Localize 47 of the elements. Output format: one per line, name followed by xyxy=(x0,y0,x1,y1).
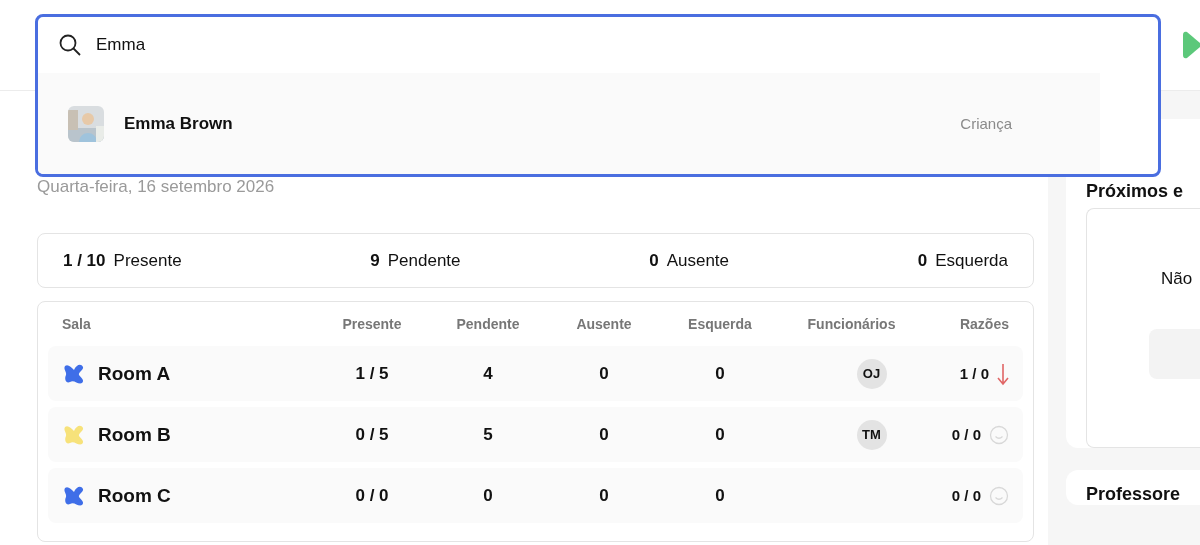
column-header: Razões xyxy=(959,316,1009,332)
room-row[interactable]: Room B 0 / 5 5 0 0 TM 0 / 0 xyxy=(48,407,1023,462)
table-cell: 0 xyxy=(599,424,609,445)
search-result[interactable]: Emma Brown Criança xyxy=(38,73,1100,174)
column-header: Ausente xyxy=(576,316,632,332)
play-icon[interactable] xyxy=(1183,30,1200,60)
summary-stat: 1 / 10 Presente xyxy=(63,250,182,271)
summary-stat: 0 Ausente xyxy=(649,250,730,271)
room-row[interactable]: Room C 0 / 0 0 0 0 0 / 0 xyxy=(48,468,1023,523)
empty-text: Não xyxy=(1161,269,1194,289)
table-cell: 0 xyxy=(715,363,725,384)
result-type: Criança xyxy=(960,115,1012,132)
result-name: Emma Brown xyxy=(124,113,234,134)
down-arrow-icon xyxy=(997,361,1009,386)
section-title: Professore xyxy=(1086,484,1182,505)
room-row[interactable]: Room A 1 / 5 4 0 0 OJ 1 / 0 xyxy=(48,346,1023,401)
column-header: Pendente xyxy=(456,316,520,332)
column-header: Esquerda xyxy=(688,316,752,332)
summary-stat: 9 Pendente xyxy=(370,250,461,271)
table-cell: 1 / 5 xyxy=(355,363,389,384)
staff-avatar[interactable]: TM xyxy=(856,419,887,450)
ratio-text: 1 / 0 xyxy=(959,365,989,382)
room-name: Room B xyxy=(98,423,171,446)
summary-stat: 0 Esquerda xyxy=(917,250,1008,271)
smiley-icon xyxy=(989,424,1009,445)
staff-avatar[interactable]: OJ xyxy=(856,358,887,389)
room-name: Room A xyxy=(98,362,171,385)
table-cell: 0 / 0 xyxy=(355,485,389,506)
table-cell: 0 / 5 xyxy=(355,424,389,445)
smiley-icon xyxy=(989,485,1009,506)
ratio-text: 0 / 0 xyxy=(951,487,981,504)
ratio-text: 0 / 0 xyxy=(951,426,981,443)
column-header: Presente xyxy=(342,316,402,332)
table-cell: 0 xyxy=(715,424,725,445)
search-icon xyxy=(58,33,82,57)
section-title: Próximos e xyxy=(1086,181,1185,202)
column-header: Funcionários xyxy=(807,316,896,332)
table-cell: 0 xyxy=(483,485,493,506)
table-cell: 0 xyxy=(715,485,725,506)
table-cell: 5 xyxy=(483,424,493,445)
table-cell: 4 xyxy=(483,363,493,384)
room-name: Room C xyxy=(98,484,171,507)
column-header: Sala xyxy=(62,316,91,332)
search-field[interactable]: Emma xyxy=(96,35,396,55)
table-cell: 0 xyxy=(599,485,609,506)
table-cell: 0 xyxy=(599,363,609,384)
date-text: Quarta-feira, 16 setembro 2026 xyxy=(37,177,276,198)
